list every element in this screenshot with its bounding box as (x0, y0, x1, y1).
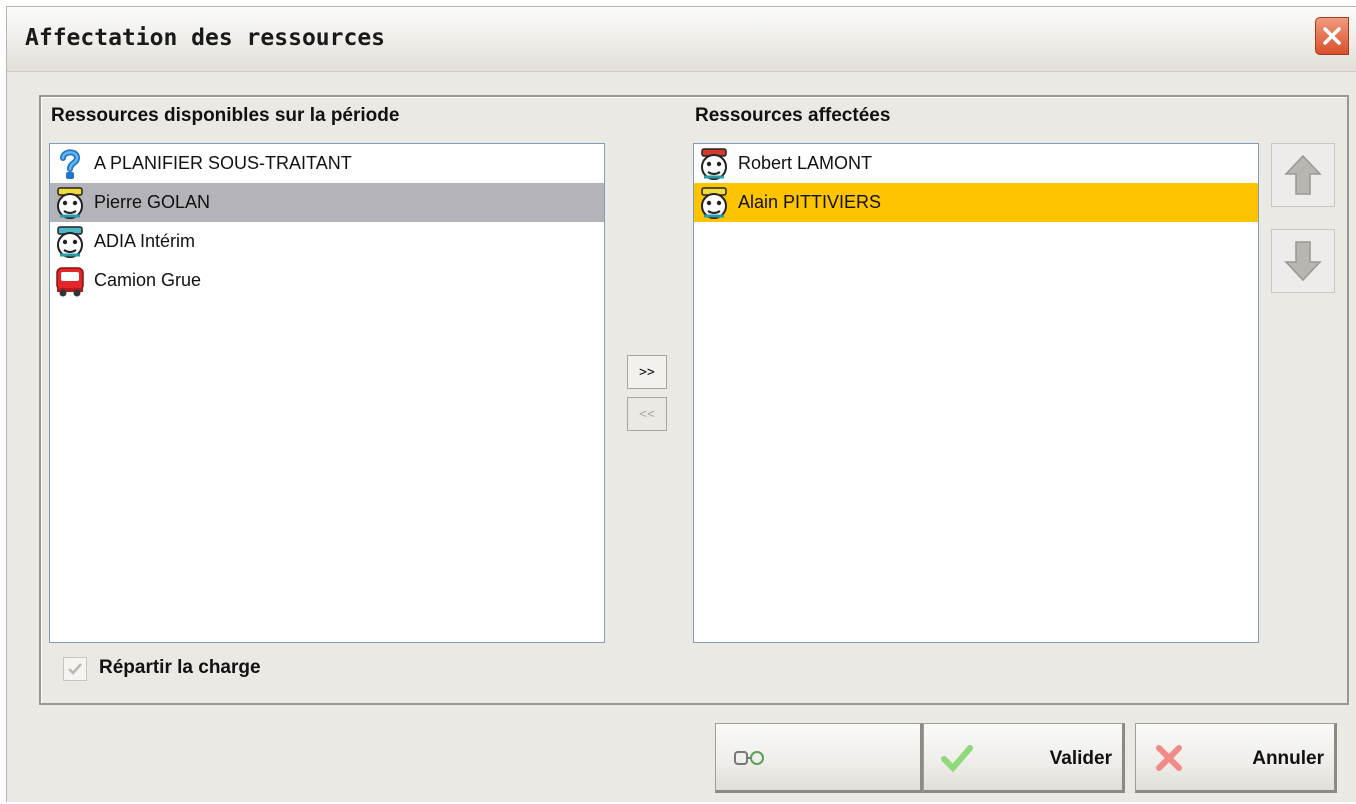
cancel-button[interactable]: Annuler (1135, 723, 1337, 793)
link-button[interactable] (715, 723, 923, 793)
available-resources-list[interactable]: A PLANIFIER SOUS-TRAITANT Pierre GOLAN A… (49, 143, 605, 643)
list-item-label: A PLANIFIER SOUS-TRAITANT (94, 153, 352, 173)
move-down-button[interactable] (1271, 229, 1335, 293)
list-item[interactable]: Camion Grue (50, 261, 604, 300)
spread-load-checkbox[interactable] (63, 657, 87, 681)
spread-load-label: Répartir la charge (99, 657, 261, 678)
worker-icon (701, 186, 727, 219)
worker-icon (57, 225, 83, 258)
remove-resource-button[interactable]: << (627, 397, 667, 431)
move-up-button[interactable] (1271, 143, 1335, 207)
worker-icon (57, 186, 83, 219)
list-item-label: Camion Grue (94, 270, 202, 290)
check-icon (68, 663, 82, 675)
list-item-label: Robert LAMONT (738, 153, 873, 173)
arrow-down-icon (1284, 241, 1322, 282)
window-title: Affectation des ressources (25, 25, 386, 51)
close-icon (1323, 27, 1341, 45)
list-item-label: Pierre GOLAN (94, 192, 211, 212)
validate-button[interactable]: Valider (923, 723, 1125, 793)
list-item[interactable]: A PLANIFIER SOUS-TRAITANT (50, 144, 604, 183)
list-item-label: ADIA Intérim (94, 231, 196, 251)
worker-icon (701, 147, 727, 180)
cancel-label: Annuler (1252, 748, 1324, 769)
list-item-selected[interactable]: Alain PITTIVIERS (694, 183, 1258, 222)
add-resource-button[interactable]: >> (627, 355, 667, 389)
assigned-list-title: Ressources affectées (695, 105, 891, 126)
list-item-label: Alain PITTIVIERS (738, 192, 882, 212)
cancel-icon (1156, 745, 1182, 771)
dialog-window: Affectation des ressources Ressources di… (6, 6, 1356, 802)
link-icon (734, 751, 764, 765)
list-item-selected[interactable]: Pierre GOLAN (50, 183, 604, 222)
validate-label: Valider (1049, 748, 1112, 769)
assigned-resources-list[interactable]: Robert LAMONT Alain PITTIVIERS (693, 143, 1259, 643)
list-item[interactable]: Robert LAMONT (694, 144, 1258, 183)
list-item[interactable]: ADIA Intérim (50, 222, 604, 261)
available-list-title: Ressources disponibles sur la période (51, 105, 400, 126)
close-button[interactable] (1315, 17, 1349, 55)
question-icon (60, 148, 81, 179)
title-bar: Affectation des ressources (7, 7, 1356, 72)
arrow-up-icon (1284, 154, 1322, 195)
check-icon (941, 745, 973, 773)
truck-icon (56, 266, 84, 296)
